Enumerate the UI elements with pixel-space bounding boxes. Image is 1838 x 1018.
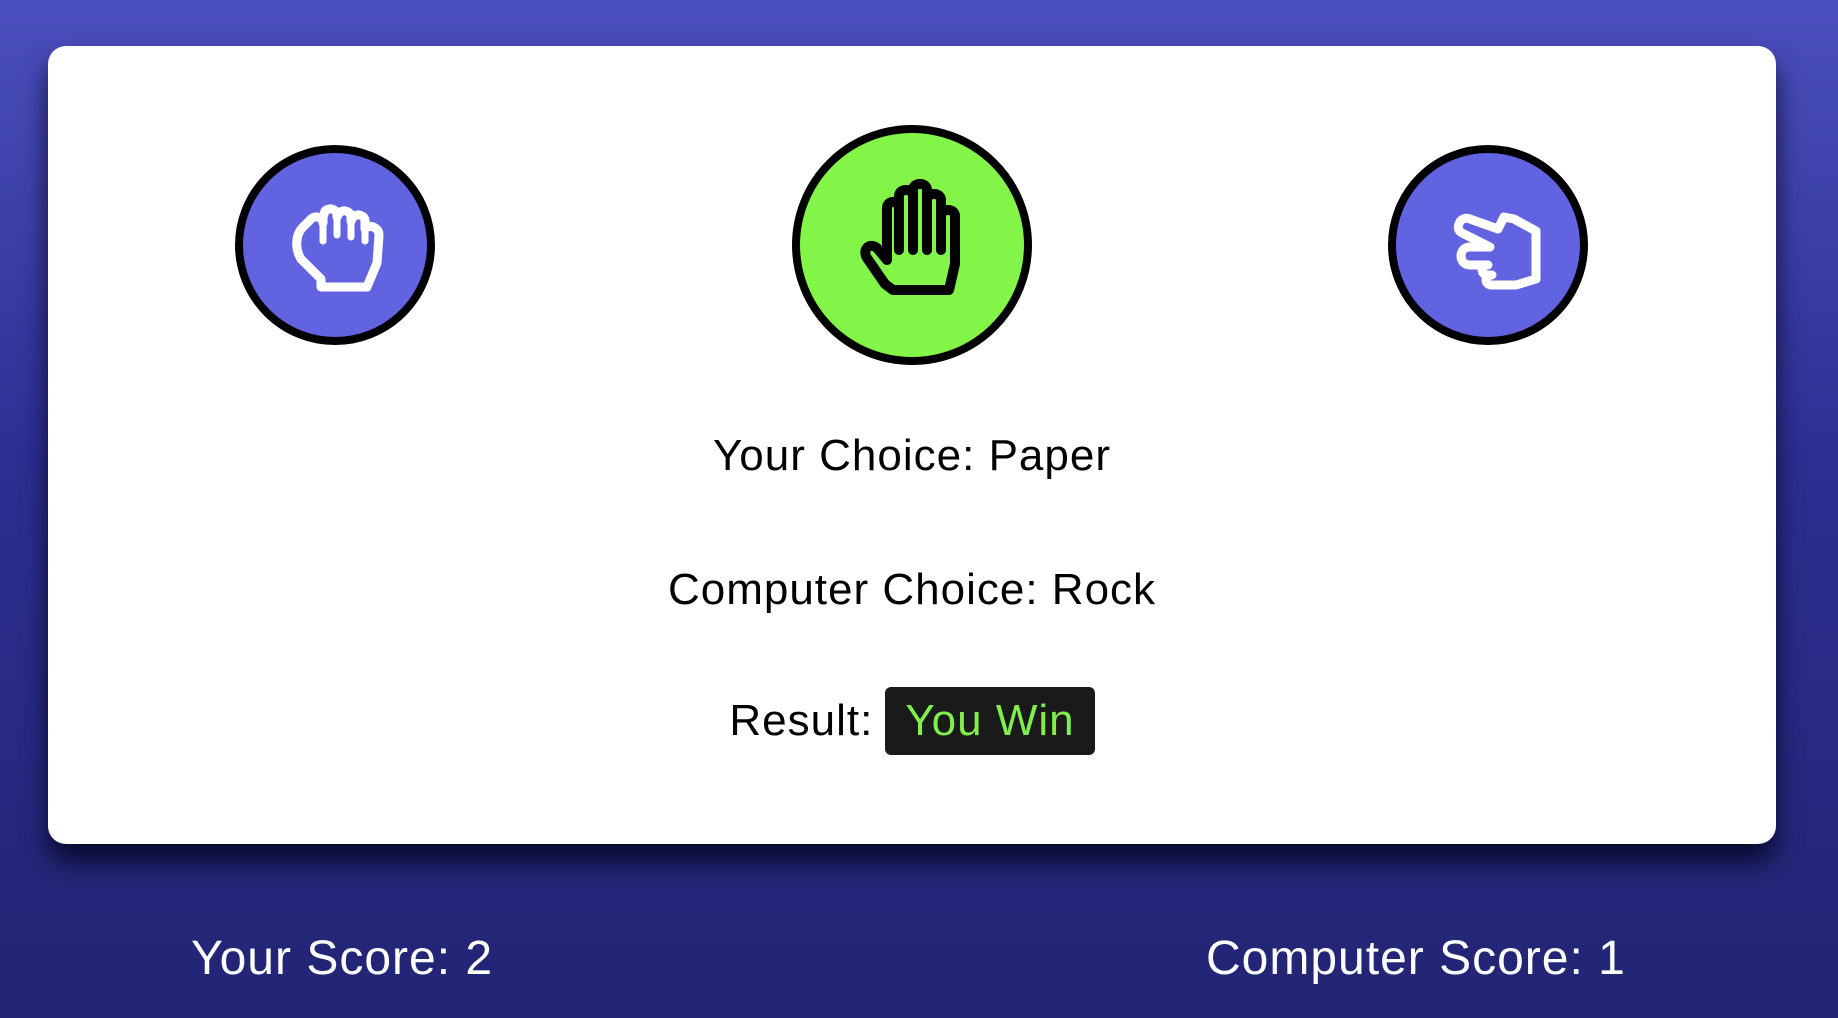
rock-button[interactable] [235,145,435,345]
your-choice-text: Your Choice: Paper [48,434,1776,478]
player-score-value: 2 [465,932,494,985]
computer-score-label: Computer Score: [1206,932,1584,985]
result-badge: You Win [885,687,1095,755]
game-card: Your Choice: Paper Computer Choice: Rock… [48,46,1776,844]
hand-scissors-icon [1453,212,1541,290]
computer-score-value: 1 [1598,932,1626,985]
your-choice-label: Your Choice: [713,431,976,480]
result-text: Result: You Win [48,683,1776,759]
open-hand-icon [860,179,960,295]
player-score-label: Your Score: [191,932,452,985]
computer-choice-label: Computer Choice: [667,565,1039,614]
result-label: Result: [729,696,874,745]
fist-icon [292,204,384,292]
paper-button[interactable] [792,125,1032,365]
computer-choice-text: Computer Choice: Rock [48,568,1776,612]
player-score: Your Score: 2 [191,935,493,983]
your-choice-value: Paper [988,431,1111,480]
scissors-button[interactable] [1388,145,1588,345]
computer-choice-value: Rock [1051,565,1157,614]
computer-score: Computer Score: 1 [1206,935,1626,983]
